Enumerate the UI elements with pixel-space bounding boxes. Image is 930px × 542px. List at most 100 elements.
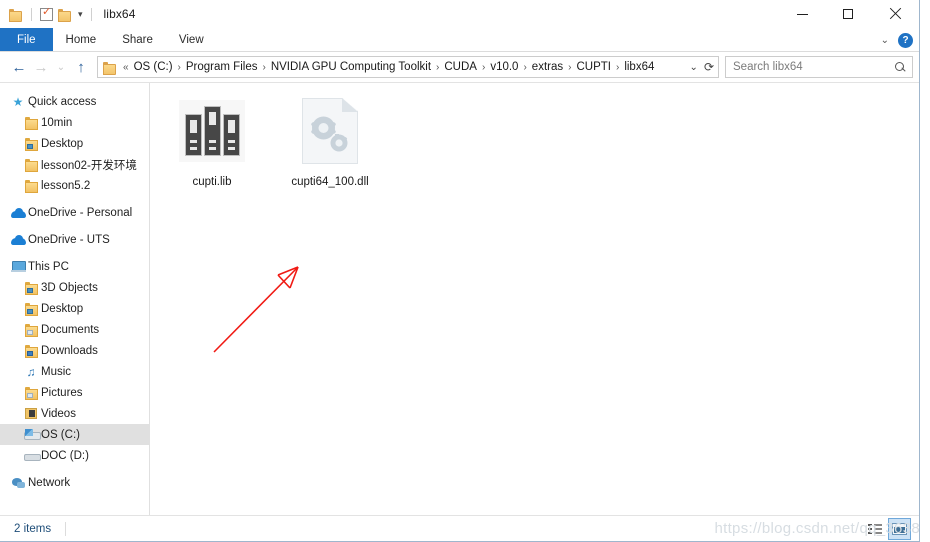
window-controls <box>779 0 919 28</box>
onedrive-icon <box>10 205 26 221</box>
sidebar-label: 10min <box>41 116 73 129</box>
sidebar-label: OneDrive - UTS <box>28 233 110 246</box>
sidebar-item-documents[interactable]: Documents <box>0 319 149 340</box>
breadcrumb-item-2[interactable]: NVIDIA GPU Computing Toolkit <box>268 61 434 73</box>
qat-divider-2 <box>90 7 92 21</box>
navigation-pane[interactable]: ★ Quick access 10min Desktop lesson02-开发… <box>0 83 150 515</box>
sidebar-item-10min[interactable]: 10min <box>0 112 149 133</box>
hard-drive-icon <box>23 427 41 443</box>
breadcrumb-sep-3[interactable]: › <box>480 62 487 73</box>
dll-gears-icon <box>295 95 365 167</box>
tab-home[interactable]: Home <box>53 28 110 51</box>
sidebar-item-quick-access[interactable]: ★ Quick access <box>0 91 149 112</box>
file-list-view[interactable]: cupti.lib cupti64_100.dll <box>150 83 919 515</box>
sidebar-item-downloads[interactable]: Downloads <box>0 340 149 361</box>
close-button[interactable] <box>871 0 919 28</box>
file-item-cupti-lib[interactable]: cupti.lib <box>164 95 260 189</box>
properties-icon[interactable] <box>40 6 53 21</box>
sidebar-item-desktop-qa[interactable]: Desktop <box>0 133 149 154</box>
videos-icon <box>23 406 39 422</box>
title-bar: ▾ libx64 <box>0 0 919 28</box>
breadcrumb-sep-5[interactable]: › <box>566 62 573 73</box>
minimize-button[interactable] <box>779 0 825 28</box>
documents-icon <box>23 322 39 338</box>
breadcrumb-item-0[interactable]: OS (C:) <box>131 61 176 73</box>
item-count-label: 2 items <box>14 522 52 535</box>
sidebar-item-doc-d[interactable]: DOC (D:) <box>0 445 149 466</box>
back-button[interactable]: ← <box>8 56 30 78</box>
sidebar-item-pictures[interactable]: Pictures <box>0 382 149 403</box>
sidebar-item-music[interactable]: ♫ Music <box>0 361 149 382</box>
sidebar-label: Network <box>28 476 71 489</box>
sidebar-label: lesson5.2 <box>41 179 91 192</box>
breadcrumb-item-4[interactable]: v10.0 <box>487 61 521 73</box>
sidebar-label: Music <box>41 365 72 378</box>
window-title: libx64 <box>103 7 136 21</box>
sidebar-item-this-pc[interactable]: This PC <box>0 256 149 277</box>
sidebar-label: Videos <box>41 407 76 420</box>
sidebar-label: DOC (D:) <box>41 449 89 462</box>
breadcrumb-sep-4[interactable]: › <box>521 62 528 73</box>
sidebar-item-videos[interactable]: Videos <box>0 403 149 424</box>
tab-view[interactable]: View <box>166 28 217 51</box>
sidebar-item-network[interactable]: Network <box>0 472 149 493</box>
sidebar-label: OS (C:) <box>41 428 80 441</box>
this-pc-icon <box>10 259 26 275</box>
disc-drive-icon <box>23 448 41 464</box>
new-folder-icon[interactable] <box>58 8 72 22</box>
customize-chevron-icon[interactable]: ▾ <box>78 9 83 19</box>
breadcrumb-item-1[interactable]: Program Files <box>183 61 261 73</box>
sidebar-item-onedrive-personal[interactable]: OneDrive - Personal <box>0 202 149 223</box>
breadcrumb-root-glyph[interactable]: « <box>121 62 131 73</box>
search-icon[interactable] <box>895 61 906 73</box>
sidebar-item-lesson52[interactable]: lesson5.2 <box>0 175 149 196</box>
breadcrumb-sep-6[interactable]: › <box>614 62 621 73</box>
tab-file[interactable]: File <box>0 28 53 51</box>
expand-ribbon-chevron-icon[interactable]: ⌄ <box>881 35 889 46</box>
address-dropdown-icon[interactable]: ⌄ <box>690 62 698 73</box>
help-icon[interactable]: ? <box>898 32 913 48</box>
sidebar-label: Pictures <box>41 386 83 399</box>
breadcrumb-sep-2[interactable]: › <box>434 62 441 73</box>
folder-icon <box>23 115 39 131</box>
search-placeholder: Search libx64 <box>733 61 803 73</box>
search-input[interactable]: Search libx64 <box>725 56 913 78</box>
forward-button[interactable]: → <box>30 56 52 78</box>
breadcrumb-item-7[interactable]: libx64 <box>621 61 657 73</box>
qat-divider <box>31 7 32 21</box>
breadcrumb-sep-0[interactable]: › <box>176 62 183 73</box>
sidebar-label: Desktop <box>41 137 84 150</box>
breadcrumb-bar[interactable]: « OS (C:) › Program Files › NVIDIA GPU C… <box>97 56 719 78</box>
close-icon <box>889 8 901 20</box>
sidebar-item-desktop[interactable]: Desktop <box>0 298 149 319</box>
up-button[interactable]: ↑ <box>70 56 92 78</box>
sidebar-item-onedrive-uts[interactable]: OneDrive - UTS <box>0 229 149 250</box>
breadcrumb-item-5[interactable]: extras <box>529 61 566 73</box>
recent-locations-button[interactable]: ⌄ <box>52 56 70 78</box>
sidebar-item-3d-objects[interactable]: 3D Objects <box>0 277 149 298</box>
sidebar-label: OneDrive - Personal <box>28 206 133 219</box>
sidebar-label: Documents <box>41 323 100 336</box>
file-explorer-window: ▾ libx64 File Home Share View ⌄ ? ← → ⌄ … <box>0 0 920 542</box>
sidebar-item-lesson02[interactable]: lesson02-开发环境 <box>0 154 149 175</box>
maximize-button[interactable] <box>825 0 871 28</box>
address-bar: ← → ⌄ ↑ « OS (C:) › Program Files › NVID… <box>0 52 919 82</box>
downloads-icon <box>23 343 39 359</box>
dll-icon-graphic <box>302 98 358 164</box>
file-item-cupti64-dll[interactable]: cupti64_100.dll <box>282 95 378 189</box>
status-divider <box>65 521 67 536</box>
onedrive-icon <box>10 232 26 248</box>
sidebar-item-os-c[interactable]: OS (C:) <box>0 424 149 445</box>
watermark-text: https://blog.csdn.net/qq_3638 <box>714 520 920 537</box>
breadcrumb-sep-1[interactable]: › <box>260 62 267 73</box>
refresh-icon[interactable]: ⟳ <box>704 60 714 74</box>
breadcrumb-item-6[interactable]: CUPTI <box>573 61 614 73</box>
breadcrumb-item-3[interactable]: CUDA <box>441 61 480 73</box>
tab-share[interactable]: Share <box>109 28 166 51</box>
explorer-folder-icon[interactable] <box>9 8 23 22</box>
folder-icon <box>23 178 39 194</box>
file-name: cupti.lib <box>192 176 232 188</box>
explorer-body: ★ Quick access 10min Desktop lesson02-开发… <box>0 82 919 515</box>
ribbon-tab-bar: File Home Share View ⌄ ? <box>0 28 919 52</box>
sidebar-label: Quick access <box>28 95 97 108</box>
